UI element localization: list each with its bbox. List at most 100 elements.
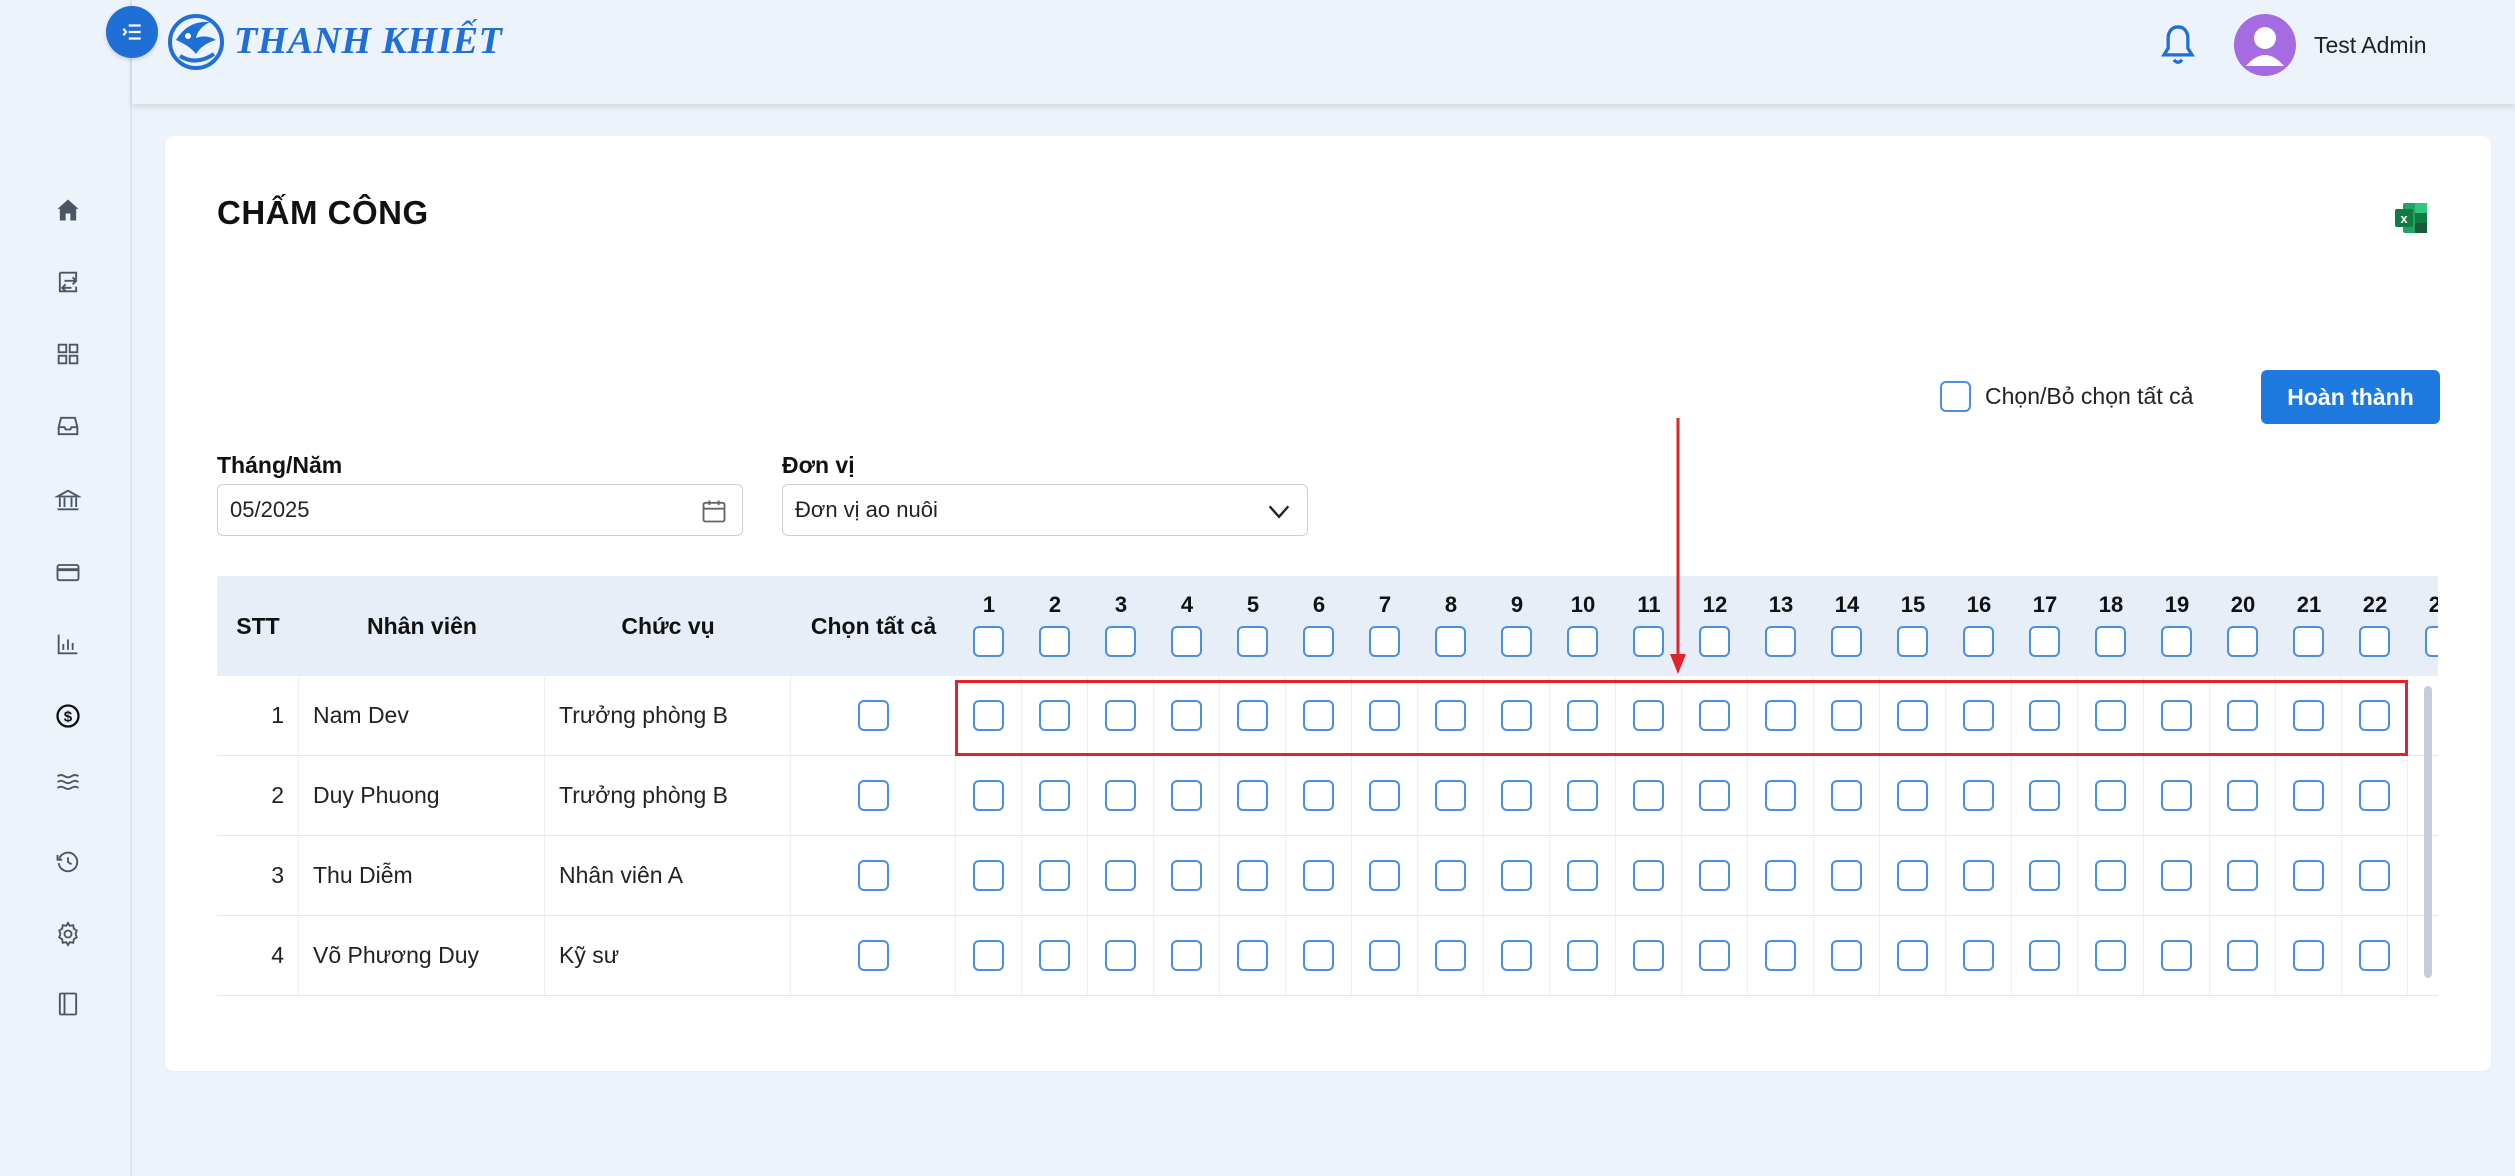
excel-export-icon[interactable]: x xyxy=(2393,200,2429,236)
day-select-all-checkbox[interactable] xyxy=(1105,626,1136,657)
attendance-checkbox[interactable] xyxy=(1963,700,1994,731)
book-icon[interactable] xyxy=(52,988,84,1020)
attendance-checkbox[interactable] xyxy=(1435,940,1466,971)
brand-logo[interactable]: THANH KHIẾT xyxy=(166,10,502,72)
attendance-checkbox[interactable] xyxy=(1699,940,1730,971)
attendance-checkbox[interactable] xyxy=(2095,940,2126,971)
day-select-all-checkbox[interactable] xyxy=(1633,626,1664,657)
attendance-checkbox[interactable] xyxy=(1171,940,1202,971)
attendance-checkbox[interactable] xyxy=(1567,780,1598,811)
attendance-checkbox[interactable] xyxy=(2029,860,2060,891)
month-year-picker[interactable]: 05/2025 xyxy=(217,484,743,536)
attendance-checkbox[interactable] xyxy=(1237,940,1268,971)
user-name[interactable]: Test Admin xyxy=(2314,32,2427,59)
bank-icon[interactable] xyxy=(52,484,84,516)
attendance-checkbox[interactable] xyxy=(1369,780,1400,811)
attendance-checkbox[interactable] xyxy=(2359,940,2390,971)
attendance-checkbox[interactable] xyxy=(1435,780,1466,811)
attendance-checkbox[interactable] xyxy=(1567,940,1598,971)
attendance-checkbox[interactable] xyxy=(1633,780,1664,811)
menu-toggle-button[interactable] xyxy=(106,6,158,58)
unit-select[interactable]: Đơn vị ao nuôi xyxy=(782,484,1308,536)
attendance-checkbox[interactable] xyxy=(2029,700,2060,731)
attendance-checkbox[interactable] xyxy=(973,860,1004,891)
attendance-checkbox[interactable] xyxy=(1963,860,1994,891)
attendance-checkbox[interactable] xyxy=(2359,860,2390,891)
attendance-checkbox[interactable] xyxy=(1831,780,1862,811)
attendance-checkbox[interactable] xyxy=(1633,860,1664,891)
attendance-checkbox[interactable] xyxy=(1699,700,1730,731)
day-select-all-checkbox[interactable] xyxy=(1897,626,1928,657)
attendance-checkbox[interactable] xyxy=(1765,780,1796,811)
history-clock-icon[interactable] xyxy=(52,846,84,878)
attendance-checkbox[interactable] xyxy=(1699,780,1730,811)
attendance-checkbox[interactable] xyxy=(2293,780,2324,811)
attendance-checkbox[interactable] xyxy=(1171,780,1202,811)
waves-icon[interactable] xyxy=(52,766,84,798)
day-select-all-checkbox[interactable] xyxy=(2227,626,2258,657)
attendance-checkbox[interactable] xyxy=(1501,860,1532,891)
attendance-checkbox[interactable] xyxy=(1501,700,1532,731)
day-select-all-checkbox[interactable] xyxy=(1501,626,1532,657)
attendance-checkbox[interactable] xyxy=(1831,700,1862,731)
attendance-checkbox[interactable] xyxy=(2161,780,2192,811)
gear-icon[interactable] xyxy=(52,918,84,950)
attendance-checkbox[interactable] xyxy=(973,700,1004,731)
attendance-checkbox[interactable] xyxy=(1237,780,1268,811)
day-select-all-checkbox[interactable] xyxy=(2095,626,2126,657)
attendance-checkbox[interactable] xyxy=(973,940,1004,971)
attendance-checkbox[interactable] xyxy=(2227,940,2258,971)
attendance-checkbox[interactable] xyxy=(1897,780,1928,811)
attendance-checkbox[interactable] xyxy=(1171,860,1202,891)
attendance-checkbox[interactable] xyxy=(2095,700,2126,731)
day-select-all-checkbox[interactable] xyxy=(1567,626,1598,657)
day-select-all-checkbox[interactable] xyxy=(1171,626,1202,657)
attendance-checkbox[interactable] xyxy=(1963,940,1994,971)
attendance-checkbox[interactable] xyxy=(1303,700,1334,731)
attendance-checkbox[interactable] xyxy=(2227,780,2258,811)
attendance-checkbox[interactable] xyxy=(2227,860,2258,891)
day-select-all-checkbox[interactable] xyxy=(1963,626,1994,657)
attendance-checkbox[interactable] xyxy=(1897,700,1928,731)
attendance-checkbox[interactable] xyxy=(1501,780,1532,811)
attendance-checkbox[interactable] xyxy=(1435,700,1466,731)
attendance-checkbox[interactable] xyxy=(1369,940,1400,971)
notification-bell-icon[interactable] xyxy=(2158,22,2198,68)
avatar[interactable] xyxy=(2234,14,2296,76)
complete-button[interactable]: Hoàn thành xyxy=(2261,370,2440,424)
attendance-checkbox[interactable] xyxy=(1171,700,1202,731)
attendance-checkbox[interactable] xyxy=(2029,940,2060,971)
attendance-checkbox[interactable] xyxy=(2161,940,2192,971)
row-select-all-checkbox[interactable] xyxy=(857,860,889,891)
day-select-all-checkbox[interactable] xyxy=(1831,626,1862,657)
attendance-checkbox[interactable] xyxy=(1567,860,1598,891)
attendance-checkbox[interactable] xyxy=(2359,780,2390,811)
day-select-all-checkbox[interactable] xyxy=(2425,626,2438,657)
day-select-all-checkbox[interactable] xyxy=(1369,626,1400,657)
attendance-checkbox[interactable] xyxy=(1897,940,1928,971)
home-icon[interactable] xyxy=(52,194,84,226)
attendance-checkbox[interactable] xyxy=(1303,860,1334,891)
day-select-all-checkbox[interactable] xyxy=(1435,626,1466,657)
attendance-checkbox[interactable] xyxy=(2161,700,2192,731)
attendance-checkbox[interactable] xyxy=(1831,940,1862,971)
inbox-icon[interactable] xyxy=(52,410,84,442)
attendance-checkbox[interactable] xyxy=(1303,940,1334,971)
select-all-checkbox[interactable] xyxy=(1940,381,1971,412)
attendance-checkbox[interactable] xyxy=(1831,860,1862,891)
attendance-checkbox[interactable] xyxy=(2227,700,2258,731)
day-select-all-checkbox[interactable] xyxy=(2161,626,2192,657)
salary-dollar-icon[interactable]: $ xyxy=(52,700,84,732)
bar-chart-icon[interactable] xyxy=(52,628,84,660)
dashboard-grid-icon[interactable] xyxy=(52,338,84,370)
attendance-checkbox[interactable] xyxy=(1633,940,1664,971)
attendance-checkbox[interactable] xyxy=(2293,860,2324,891)
day-select-all-checkbox[interactable] xyxy=(2359,626,2390,657)
attendance-checkbox[interactable] xyxy=(1369,860,1400,891)
attendance-checkbox[interactable] xyxy=(1303,780,1334,811)
row-select-all-checkbox[interactable] xyxy=(857,700,889,731)
attendance-checkbox[interactable] xyxy=(1039,780,1070,811)
attendance-checkbox[interactable] xyxy=(1501,940,1532,971)
attendance-checkbox[interactable] xyxy=(1105,780,1136,811)
attendance-checkbox[interactable] xyxy=(1039,700,1070,731)
